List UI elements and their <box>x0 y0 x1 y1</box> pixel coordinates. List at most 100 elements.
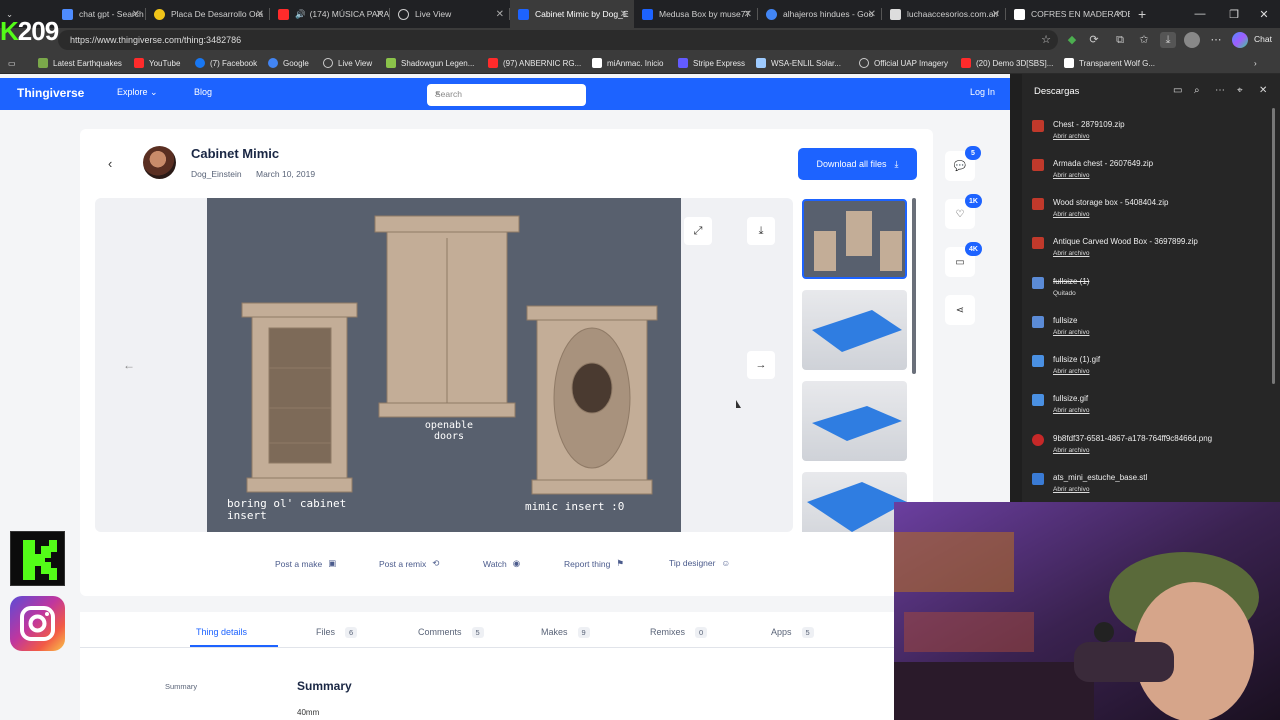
tab-live-view[interactable]: Live View ✕ <box>390 0 510 28</box>
explore-menu[interactable]: Explore ⌄ <box>117 87 158 98</box>
tab-cabinet-mimic[interactable]: Cabinet Mimic by Dog_E ✕ <box>510 0 634 28</box>
new-tab-icon[interactable]: + <box>1130 0 1160 28</box>
bookmark-mianmac[interactable]: miAnmac. Inicio <box>592 55 663 71</box>
download-item[interactable]: fullsize.gif Abrir archivo <box>1032 392 1272 426</box>
thingiverse-logo[interactable]: Thingiverse <box>17 86 84 100</box>
tab-alhajeros[interactable]: alhajeros hindues - Goo ✕ <box>758 0 882 28</box>
fullscreen-button[interactable]: ⤢ <box>684 217 712 245</box>
more-options-icon[interactable]: ⋯ <box>1215 85 1225 96</box>
post-make-button[interactable]: Post a make ▣ <box>275 558 336 569</box>
open-file-link[interactable]: Abrir archivo <box>1053 407 1089 414</box>
bookmark-latest-earthquakes[interactable]: Latest Earthquakes <box>38 55 122 71</box>
open-file-link[interactable]: Abrir archivo <box>1053 329 1089 336</box>
open-file-link[interactable]: Abrir archivo <box>1053 133 1089 140</box>
close-tab-icon[interactable]: ✕ <box>992 9 1000 20</box>
search-input[interactable]: Search ⌕ <box>427 84 586 106</box>
copilot-icon[interactable] <box>1232 32 1248 48</box>
downloads-icon[interactable]: ⤓ <box>1160 32 1176 48</box>
extension-icon[interactable]: ◆ <box>1064 32 1080 48</box>
next-image-button[interactable]: → <box>747 351 775 379</box>
thumbnail-scrollbar[interactable] <box>912 198 916 374</box>
bookmark-google[interactable]: Google <box>268 55 309 71</box>
bookmark-anbernic[interactable]: (97) ANBERNIC RG... <box>488 55 581 71</box>
pin-panel-icon[interactable]: ⌖ <box>1237 85 1243 96</box>
search-downloads-icon[interactable]: ⌕ <box>1194 85 1200 96</box>
bookmark-demo-3d[interactable]: (20) Demo 3D[SBS]... <box>961 55 1053 71</box>
share-button[interactable]: ⋖ <box>945 295 975 325</box>
main-image[interactable]: boring ol' cabinet insert openable doors… <box>207 198 681 532</box>
more-menu-icon[interactable]: ⋯ <box>1208 32 1224 48</box>
open-file-link[interactable]: Abrir archivo <box>1053 250 1089 257</box>
tab-cofres[interactable]: COFRES EN MADERA DE ✕ <box>1006 0 1130 28</box>
blog-link[interactable]: Blog <box>194 87 212 97</box>
tab-musica[interactable]: 🔊 (174) MÚSICA PARA ✕ <box>270 0 390 28</box>
search-icon[interactable]: ⌕ <box>435 88 578 99</box>
thumbnail-2[interactable] <box>802 290 907 370</box>
chat-button[interactable]: Chat <box>1254 34 1272 44</box>
favorites-icon[interactable]: ✩ <box>1136 32 1152 48</box>
tab-makes[interactable]: Makes 9 <box>541 627 590 638</box>
open-file-link[interactable]: Abrir archivo <box>1053 447 1089 454</box>
bookmarks-more-chevron-icon[interactable]: › <box>1254 55 1257 71</box>
close-panel-icon[interactable]: ✕ <box>1259 85 1267 96</box>
watch-button[interactable]: Watch ◉ <box>483 558 520 569</box>
thumbnail-3[interactable] <box>802 381 907 461</box>
bookmark-live-view[interactable]: Live View <box>323 55 372 71</box>
open-file-link[interactable]: Abrir archivo <box>1053 172 1089 179</box>
bookmark-transparent-wolf[interactable]: Transparent Wolf G... <box>1064 55 1155 71</box>
tab-placa[interactable]: Placa De Desarrollo Ora ✕ <box>146 0 270 28</box>
download-image-button[interactable]: ⤓ <box>747 217 775 245</box>
download-item[interactable]: fullsize (1).gif Abrir archivo <box>1032 353 1272 387</box>
open-folder-icon[interactable]: ▭ <box>1173 85 1182 96</box>
download-item[interactable]: Armada chest - 2607649.zip Abrir archivo <box>1032 157 1272 191</box>
tab-apps[interactable]: Apps 5 <box>771 627 814 638</box>
download-item[interactable]: Chest - 2879109.zip Abrir archivo <box>1032 118 1272 152</box>
split-screen-icon[interactable]: ⧉ <box>1112 32 1128 48</box>
tip-designer-button[interactable]: Tip designer ☺ <box>669 558 730 568</box>
author-link[interactable]: Dog_Einstein <box>191 169 242 179</box>
tab-remixes[interactable]: Remixes 0 <box>650 627 708 638</box>
thumbnail-4[interactable] <box>802 472 907 532</box>
open-file-link[interactable]: Abrir archivo <box>1053 368 1089 375</box>
sidebar-toggle-icon[interactable]: ▭ <box>8 55 16 71</box>
download-item[interactable]: 9b8fdf37-6581-4867-a178-764ff9c8466d.png… <box>1032 432 1272 466</box>
tab-medusa-box[interactable]: Medusa Box by muse77 ✕ <box>634 0 758 28</box>
close-tab-icon[interactable]: ✕ <box>256 9 264 20</box>
close-tab-icon[interactable]: ✕ <box>620 9 628 20</box>
tab-files[interactable]: Files 6 <box>316 627 358 638</box>
close-tab-icon[interactable]: ✕ <box>1116 9 1124 20</box>
close-tab-icon[interactable]: ✕ <box>744 9 752 20</box>
bookmark-facebook[interactable]: (7) Facebook <box>195 55 257 71</box>
star-icon[interactable]: ☆ <box>1038 32 1054 48</box>
tab-thing-details[interactable]: Thing details <box>196 627 247 637</box>
downloads-scrollbar[interactable] <box>1272 108 1275 384</box>
close-window-icon[interactable]: ✕ <box>1244 0 1280 28</box>
download-item[interactable]: Antique Carved Wood Box - 3697899.zip Abr… <box>1032 235 1272 269</box>
bookmark-uap[interactable]: Official UAP Imagery <box>859 55 948 71</box>
download-item[interactable]: ats_mini_estuche_base.stl Abrir archivo <box>1032 471 1272 505</box>
url-text[interactable]: https://www.thingiverse.com/thing:348278… <box>70 32 241 48</box>
post-remix-button[interactable]: Post a remix ⟲ <box>379 558 439 569</box>
back-arrow-icon[interactable]: ‹ <box>108 156 112 171</box>
refresh-extension-icon[interactable]: ⟳ <box>1086 32 1102 48</box>
bookmark-shadowgun[interactable]: Shadowgun Legen... <box>386 55 474 71</box>
author-avatar[interactable] <box>143 146 176 179</box>
close-tab-icon[interactable]: ✕ <box>376 9 384 20</box>
bookmark-youtube[interactable]: YouTube <box>134 55 180 71</box>
bookmark-wsa-enlil[interactable]: WSA-ENLIL Solar... <box>756 55 841 71</box>
previous-image-arrow-icon[interactable]: ← <box>123 358 135 372</box>
tab-comments[interactable]: Comments 5 <box>418 627 484 638</box>
open-file-link[interactable]: Abrir archivo <box>1053 486 1089 493</box>
close-tab-icon[interactable]: ✕ <box>868 9 876 20</box>
tab-luchaaccesorios[interactable]: luchaaccesorios.com.ar/✕ <box>882 0 1006 28</box>
thumbnail-1[interactable] <box>802 199 907 279</box>
login-link[interactable]: Log In <box>970 87 995 97</box>
download-all-button[interactable]: Download all files ⤓ <box>798 148 917 180</box>
download-item[interactable]: Wood storage box - 5408404.zip Abrir arch… <box>1032 196 1272 230</box>
report-thing-button[interactable]: Report thing ⚑ <box>564 558 624 569</box>
bookmark-stripe[interactable]: Stripe Express <box>678 55 745 71</box>
close-tab-icon[interactable]: ✕ <box>496 9 504 20</box>
download-item[interactable]: fullsize Abrir archivo <box>1032 314 1272 348</box>
download-item-removed[interactable]: fullsize (1) Quitado <box>1032 275 1272 309</box>
close-tab-icon[interactable]: ✕ <box>132 9 140 20</box>
